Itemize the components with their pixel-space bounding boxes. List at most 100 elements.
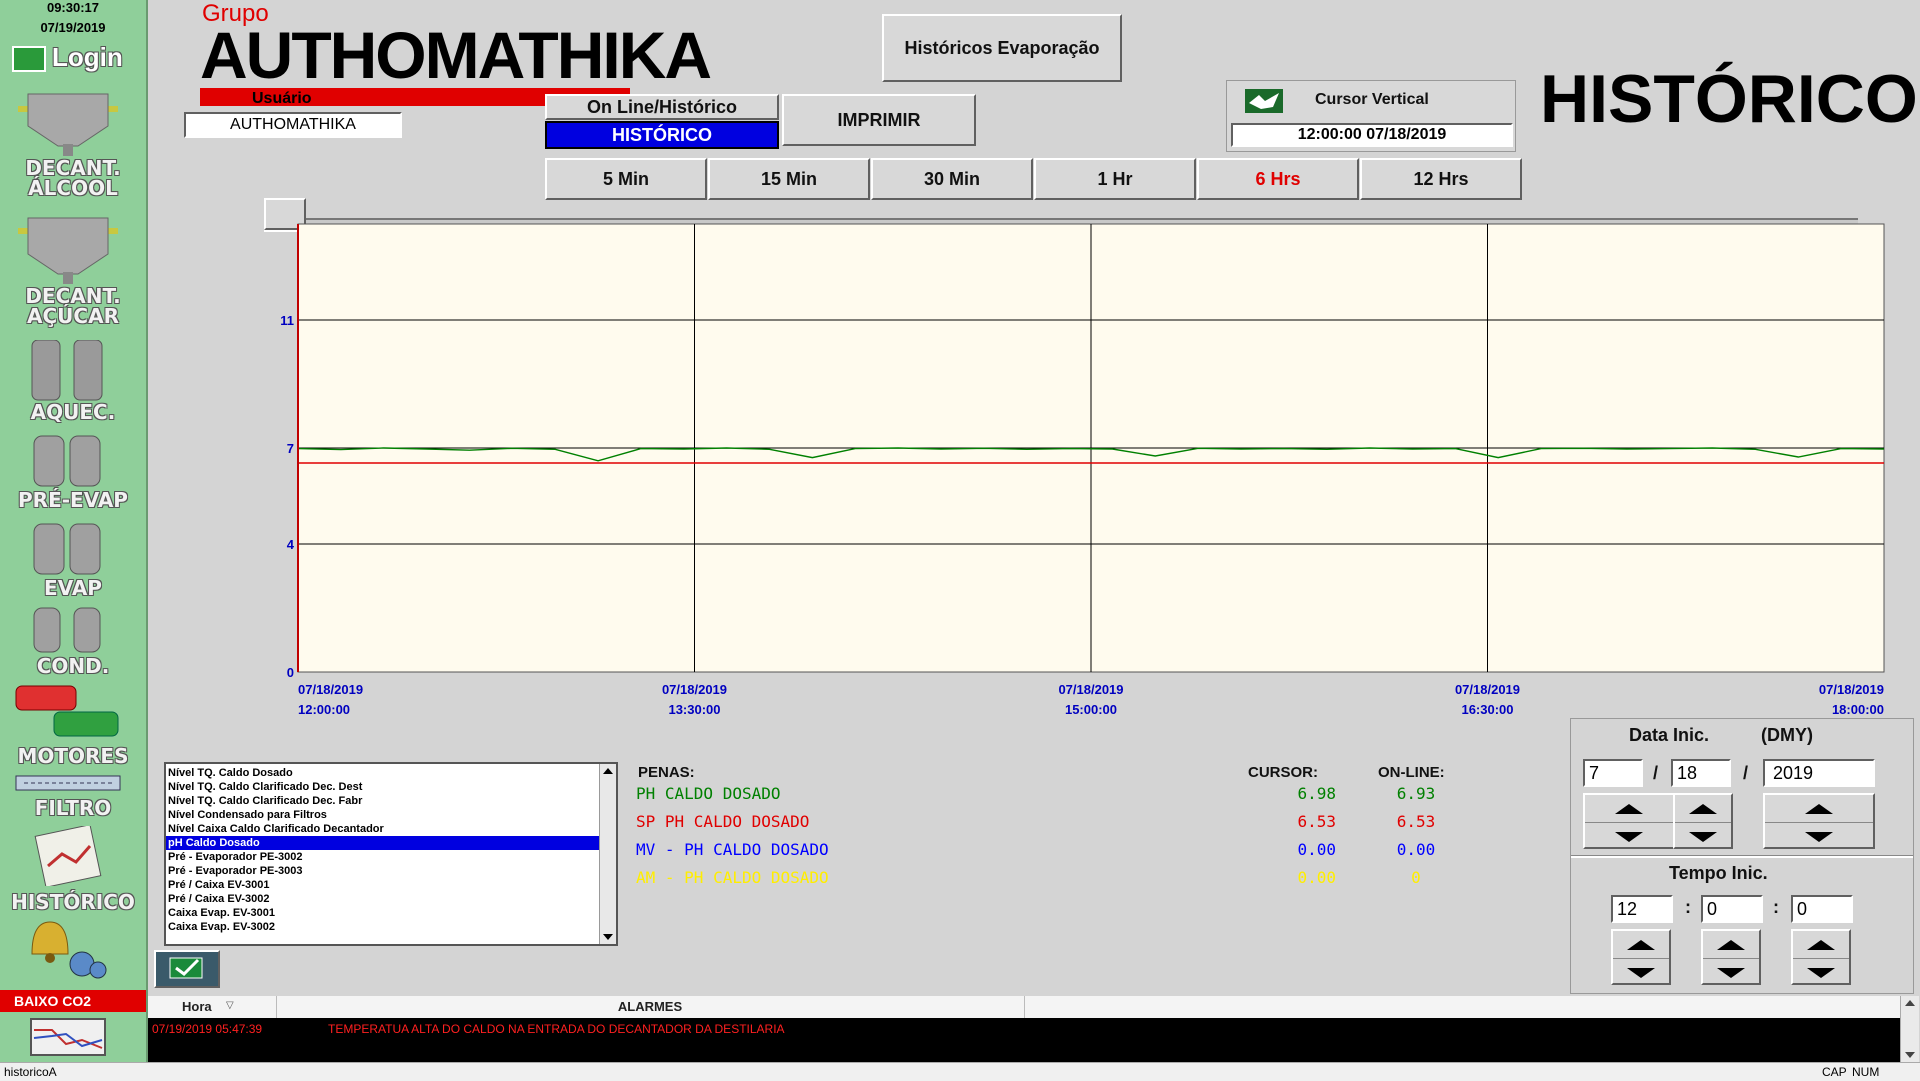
month-input[interactable]: 7: [1583, 759, 1643, 787]
sidebar-item-label: EVAP: [44, 576, 102, 600]
alarm-bell-button[interactable]: [12, 912, 112, 982]
tag-list-item[interactable]: Pré - Evaporador PE-3002: [166, 850, 600, 864]
tag-list-item[interactable]: Pré / Caixa EV-3002: [166, 892, 600, 906]
hour-stepper[interactable]: [1611, 929, 1671, 985]
pen-name: PH CALDO DOSADO: [636, 784, 781, 803]
range-button[interactable]: 5 Min: [545, 158, 707, 200]
second-down-icon[interactable]: [1793, 958, 1849, 986]
trend-thumbnail-button[interactable]: [30, 1018, 106, 1056]
sidebar-item-decant-alcool[interactable]: DECANT. ÁLCOOL: [4, 86, 142, 204]
start-panel: Data Inic. (DMY) 7 / 18 / 2019 Tempo Ini…: [1570, 718, 1914, 994]
mode-toggle[interactable]: HISTÓRICO: [545, 121, 779, 149]
sidebar-item-cond[interactable]: COND.: [4, 606, 142, 678]
hour-down-icon[interactable]: [1613, 958, 1669, 986]
scroll-up-icon[interactable]: [600, 764, 616, 778]
hour-input[interactable]: 12: [1611, 895, 1673, 923]
sidebar-item-pre-evap[interactable]: PRÉ-EVAP: [4, 432, 142, 512]
user-label: Usuário: [252, 90, 312, 107]
date-sep: /: [1743, 763, 1749, 783]
year-down-icon[interactable]: [1765, 822, 1873, 850]
sidebar-item-label: AQUEC.: [30, 400, 116, 424]
cursor-panel: Cursor Vertical 12:00:00 07/18/2019: [1226, 80, 1516, 152]
tank-icon: [18, 93, 118, 156]
motor-icon: [15, 685, 119, 737]
pen-name: SP PH CALDO DOSADO: [636, 812, 810, 831]
sidebar-item-label: DECANT. AÇÚCAR: [25, 284, 121, 328]
minute-down-icon[interactable]: [1703, 958, 1759, 986]
condenser-icon: [33, 607, 101, 653]
time-sep: :: [1773, 897, 1779, 917]
range-button[interactable]: 15 Min: [708, 158, 870, 200]
alarm-row[interactable]: 07/19/2019 05:47:39 TEMPERATUA ALTA DO C…: [148, 1022, 1888, 1038]
x-tick-date: 07/18/2019: [1819, 682, 1884, 697]
sidebar-item-historico[interactable]: HISTÓRICO: [4, 826, 142, 914]
range-button-label: 15 Min: [760, 168, 817, 189]
hour-value: 12: [1617, 899, 1638, 919]
status-left: historicoA: [4, 1065, 57, 1079]
year-stepper[interactable]: [1763, 793, 1875, 849]
tag-list-item[interactable]: Pré - Evaporador PE-3003: [166, 864, 600, 878]
sidebar-item-filtro[interactable]: FILTRO: [4, 772, 142, 822]
tag-list-item[interactable]: Nível TQ. Caldo Clarificado Dec. Fabr: [166, 794, 600, 808]
tag-list-item[interactable]: Pré / Caixa EV-3001: [166, 878, 600, 892]
range-button[interactable]: 12 Hrs: [1360, 158, 1522, 200]
date-title: Data Inic.: [1629, 725, 1710, 745]
clock-time: 09:30:17: [46, 0, 100, 15]
tag-list-item[interactable]: Nível Condensado para Filtros: [166, 808, 600, 822]
sidebar: 09:30:17 07/19/2019 Login DECANT. ÁLCOOL…: [0, 0, 148, 1062]
y-tick-label: 4: [287, 537, 295, 552]
year-value: 2019: [1773, 763, 1814, 783]
confirm-button[interactable]: [154, 950, 220, 988]
mode-label-box: On Line/Histórico: [545, 94, 779, 120]
print-button[interactable]: IMPRIMIR: [782, 94, 976, 146]
range-button[interactable]: 30 Min: [871, 158, 1033, 200]
day-up-icon[interactable]: [1675, 795, 1731, 822]
scroll-down-icon[interactable]: [600, 930, 616, 944]
tag-listbox[interactable]: Nível TQ. Caldo Dosado Nível TQ. Caldo Cl…: [164, 762, 618, 946]
tag-list-item[interactable]: Caixa Evap. EV-3002: [166, 920, 600, 934]
pen-cursor-value: 0.00: [1297, 868, 1336, 887]
clock-date: 07/19/2019: [40, 20, 106, 35]
tag-list-item[interactable]: Nível Caixa Caldo Clarificado Decantador: [166, 822, 600, 836]
day-stepper[interactable]: [1673, 793, 1733, 849]
user-field: AUTHOMATHIKA: [184, 112, 402, 138]
minute-input[interactable]: 0: [1701, 895, 1763, 923]
tag-listbox-scrollbar[interactable]: [599, 764, 616, 944]
cursor-title: Cursor Vertical: [1315, 91, 1429, 108]
range-button[interactable]: 6 Hrs: [1197, 158, 1359, 200]
alarm-scroll-up-icon[interactable]: [1901, 996, 1919, 1010]
tag-list-item[interactable]: Nível TQ. Caldo Dosado: [166, 766, 600, 780]
month-up-icon[interactable]: [1585, 795, 1673, 822]
tag-list-item[interactable]: Caixa Evap. EV-3001: [166, 906, 600, 920]
year-up-icon[interactable]: [1765, 795, 1873, 822]
status-bar: historicoA CAP NUM: [0, 1062, 1920, 1081]
month-down-icon[interactable]: [1585, 822, 1673, 850]
alarm-col-alarmes[interactable]: ALARMES: [276, 996, 1025, 1018]
historicos-evaporacao-button[interactable]: Históricos Evaporação: [882, 14, 1122, 82]
day-input[interactable]: 18: [1671, 759, 1731, 787]
tag-list-item[interactable]: Nível TQ. Caldo Clarificado Dec. Dest: [166, 780, 600, 794]
minute-up-icon[interactable]: [1703, 931, 1759, 958]
alarm-scrollbar[interactable]: [1900, 996, 1919, 1062]
alarm-scroll-down-icon[interactable]: [1901, 1048, 1919, 1062]
hour-up-icon[interactable]: [1613, 931, 1669, 958]
sidebar-item-motores[interactable]: MOTORES: [4, 682, 142, 768]
range-button-label: 1 Hr: [1097, 168, 1133, 189]
pen-cursor-value: 6.53: [1297, 812, 1336, 831]
sidebar-item-decant-acucar[interactable]: DECANT. AÇÚCAR: [4, 214, 142, 330]
second-input[interactable]: 0: [1791, 895, 1853, 923]
alarm-col-hora-label: Hora: [182, 999, 212, 1014]
login-button[interactable]: Login: [12, 42, 138, 72]
second-up-icon[interactable]: [1793, 931, 1849, 958]
second-stepper[interactable]: [1791, 929, 1851, 985]
month-stepper[interactable]: [1583, 793, 1675, 849]
sidebar-item-aquec[interactable]: AQUEC.: [4, 340, 142, 424]
login-icon: [12, 46, 46, 72]
year-input[interactable]: 2019: [1763, 759, 1875, 787]
sidebar-item-evap[interactable]: EVAP: [4, 520, 142, 600]
alarm-col-hora[interactable]: Hora ▽: [148, 996, 277, 1018]
day-down-icon[interactable]: [1675, 822, 1731, 850]
range-button[interactable]: 1 Hr: [1034, 158, 1196, 200]
tag-list-item[interactable]: pH Caldo Dosado: [166, 836, 600, 850]
minute-stepper[interactable]: [1701, 929, 1761, 985]
